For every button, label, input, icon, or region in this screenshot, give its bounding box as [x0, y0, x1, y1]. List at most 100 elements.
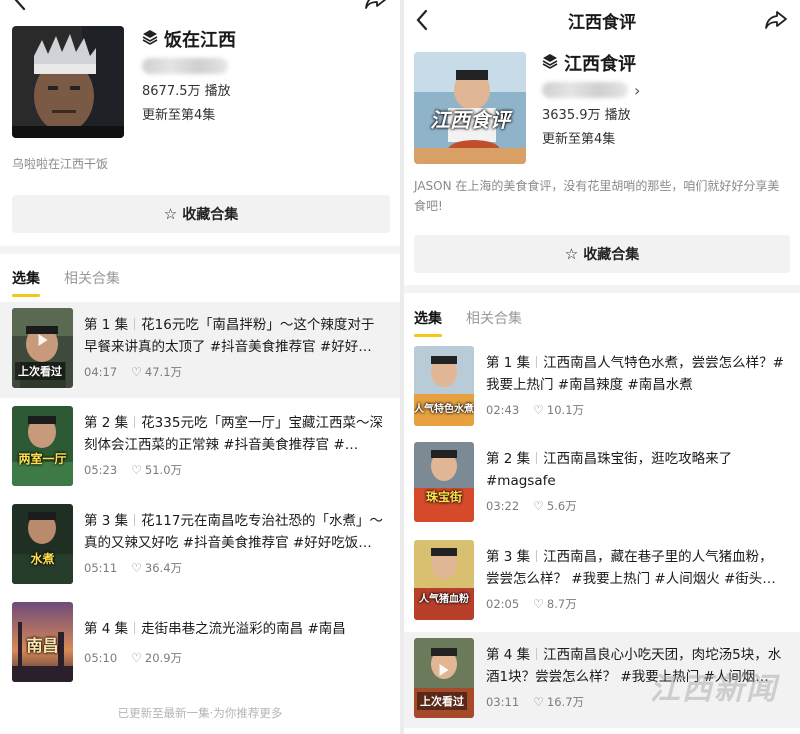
episode-row[interactable]: 两室一厅 第 2 集花335元吃「两室一厅」宝藏江西菜～深刻体会江西菜的正常辣 … — [0, 400, 400, 498]
episode-likes: 36.4万 — [144, 561, 183, 575]
episode-title: 第 2 集花335元吃「两室一厅」宝藏江西菜～深刻体会江西菜的正常辣 #抖音美食… — [84, 412, 384, 456]
share-icon[interactable] — [762, 6, 790, 34]
episode-row[interactable]: 水煮 第 3 集花117元在南昌吃专治社恐的「水煮」～真的又辣又好吃 #抖音美食… — [0, 498, 400, 596]
episode-separator — [134, 416, 136, 428]
section-divider — [0, 246, 400, 254]
episode-likes: 5.6万 — [546, 499, 577, 513]
play-count: 3635.9万 播放 — [542, 108, 631, 123]
episode-likes: 20.9万 — [144, 651, 183, 665]
tab-related-collections[interactable]: 相关合集 — [64, 268, 120, 288]
author-row[interactable] — [142, 54, 236, 78]
collection-info: 饭在江西 8677.5万 播放 更新至第4集 — [142, 26, 236, 124]
episode-number: 第 1 集 — [84, 317, 129, 333]
collection-description: 乌啦啦在江西干饭 — [12, 157, 109, 171]
episode-meta: 04:17 ♡ 47.1万 — [84, 364, 182, 380]
episode-duration: 03:11 — [486, 695, 520, 709]
heart-icon: ♡ — [533, 597, 544, 611]
collection-header: 江西食评 江西食评 › 3635.9万 播放 更新至第4集 — [404, 50, 800, 170]
heart-icon: ♡ — [131, 651, 142, 665]
favorite-button-label: 收藏合集 — [583, 247, 640, 263]
last-watched-label: 上次看过 — [15, 362, 65, 380]
heart-icon: ♡ — [533, 499, 544, 513]
last-watched-label: 上次看过 — [417, 692, 467, 710]
episode-likes: 51.0万 — [144, 463, 183, 477]
heart-icon: ♡ — [533, 403, 544, 417]
episode-row[interactable]: 人气猪血粉 第 3 集江西南昌，藏在巷子里的人气猪血粉，尝尝怎么样？ #我要上热… — [404, 534, 800, 632]
episode-title: 第 2 集江西南昌珠宝街，逛吃攻略来了 #magsafe — [486, 448, 786, 492]
tab-episodes[interactable]: 选集 — [414, 308, 442, 328]
page-title: 江西食评 — [568, 13, 636, 33]
episode-row[interactable]: 南昌 第 4 集走街串巷之流光溢彩的南昌 #南昌 05:10 ♡ 20.9万 — [0, 596, 400, 694]
episode-separator — [536, 550, 538, 562]
cover-caption: 江西食评 — [430, 108, 510, 132]
section-divider — [404, 285, 800, 293]
star-icon: ☆ — [163, 205, 178, 223]
episode-likes: 8.7万 — [546, 597, 577, 611]
episode-meta: 05:23 ♡ 51.0万 — [84, 462, 182, 478]
tab-related-collections[interactable]: 相关合集 — [466, 308, 522, 328]
author-name-blurred — [542, 82, 628, 98]
heart-icon: ♡ — [131, 365, 142, 379]
episode-duration: 02:43 — [486, 403, 520, 417]
episode-title: 第 1 集江西南昌人气特色水煮，尝尝怎么样？#我要上热门 #南昌辣度 #南昌水煮 — [486, 352, 786, 396]
back-arrow-icon[interactable] — [6, 0, 34, 14]
thumbnail-caption: 南昌 — [26, 636, 59, 655]
episode-number: 第 1 集 — [486, 355, 531, 371]
episode-row[interactable]: 上次看过 第 1 集花16元吃「南昌拌粉」～这个辣度对于早餐来讲真的太顶了 #抖… — [0, 302, 400, 398]
episode-row[interactable]: 珠宝街 第 2 集江西南昌珠宝街，逛吃攻略来了 #magsafe 03:22 ♡… — [404, 436, 800, 534]
episode-number: 第 3 集 — [84, 513, 129, 529]
episode-duration: 03:22 — [486, 499, 520, 513]
episode-title: 第 3 集江西南昌，藏在巷子里的人气猪血粉，尝尝怎么样？ #我要上热门 #人间烟… — [486, 546, 786, 590]
episode-tabs: 选集 相关合集 — [0, 256, 400, 300]
thumbnail-caption: 人气猪血粉 — [419, 594, 469, 605]
end-of-list-note: 已更新至最新一集·为你推荐更多 — [117, 706, 283, 720]
chevron-right-icon: › — [634, 80, 641, 100]
heart-icon: ♡ — [533, 695, 544, 709]
collection-header: 饭在江西 8677.5万 播放 更新至第4集 — [0, 26, 400, 146]
collection-stack-icon — [142, 29, 158, 50]
active-tab-underline — [12, 294, 40, 297]
play-count: 8677.5万 播放 — [142, 84, 231, 99]
episode-thumbnail: 珠宝街 — [414, 442, 474, 522]
collection-info: 江西食评 › 3635.9万 播放 更新至第4集 — [542, 50, 640, 148]
episode-likes: 10.1万 — [546, 403, 585, 417]
collection-name: 江西食评 — [564, 54, 636, 75]
episode-thumbnail: 南昌 — [12, 602, 73, 682]
favorite-collection-button[interactable]: ☆ 收藏合集 — [12, 195, 390, 233]
episode-title-text: 花117元在南昌吃专治社恐的「水煮」～真的又辣又好吃 #抖音美食推荐官 #好好吃… — [84, 513, 383, 551]
episode-meta: 05:11 ♡ 36.4万 — [84, 560, 182, 576]
star-icon: ☆ — [564, 245, 579, 263]
episode-separator — [536, 452, 538, 464]
episode-number: 第 3 集 — [486, 549, 531, 565]
active-tab-underline — [414, 334, 442, 337]
thumbnail-caption: 珠宝街 — [425, 490, 462, 504]
tab-episodes[interactable]: 选集 — [12, 268, 40, 288]
collection-title: 饭在江西 — [142, 26, 236, 52]
episode-tabs: 选集 相关合集 — [404, 296, 800, 340]
episode-row[interactable]: 人气特色水煮 第 1 集江西南昌人气特色水煮，尝尝怎么样？#我要上热门 #南昌辣… — [404, 340, 800, 436]
episode-separator — [134, 622, 136, 634]
episode-separator — [134, 514, 136, 526]
collection-cover[interactable]: 江西食评 — [414, 52, 526, 164]
play-icon — [439, 664, 449, 676]
episode-title: 第 1 集花16元吃「南昌拌粉」～这个辣度对于早餐来讲真的太顶了 #抖音美食推荐… — [84, 314, 384, 358]
author-row[interactable]: › — [542, 78, 640, 102]
episode-title: 第 4 集走街串巷之流光溢彩的南昌 #南昌 — [84, 618, 384, 640]
episode-meta: 02:43 ♡ 10.1万 — [486, 402, 584, 418]
news-watermark: 江西新闻 — [650, 672, 778, 707]
episode-duration: 05:10 — [84, 651, 118, 665]
share-icon[interactable] — [362, 0, 390, 14]
collection-title: 江西食评 — [542, 50, 640, 76]
episode-duration: 04:17 — [84, 365, 118, 379]
favorite-collection-button[interactable]: ☆ 收藏合集 — [414, 235, 790, 273]
thumbnail-caption: 两室一厅 — [18, 452, 67, 466]
episode-title: 第 3 集花117元在南昌吃专治社恐的「水煮」～真的又辣又好吃 #抖音美食推荐官… — [84, 510, 384, 554]
episode-number: 第 4 集 — [486, 647, 531, 663]
episode-title-text: 走街串巷之流光溢彩的南昌 #南昌 — [141, 621, 346, 637]
top-bar — [0, 0, 400, 14]
collection-cover[interactable] — [12, 26, 124, 138]
update-status: 更新至第4集 — [542, 132, 616, 147]
episode-number: 第 2 集 — [84, 415, 129, 431]
episode-likes: 16.7万 — [546, 695, 585, 709]
episode-thumbnail: 上次看过 — [414, 638, 474, 718]
